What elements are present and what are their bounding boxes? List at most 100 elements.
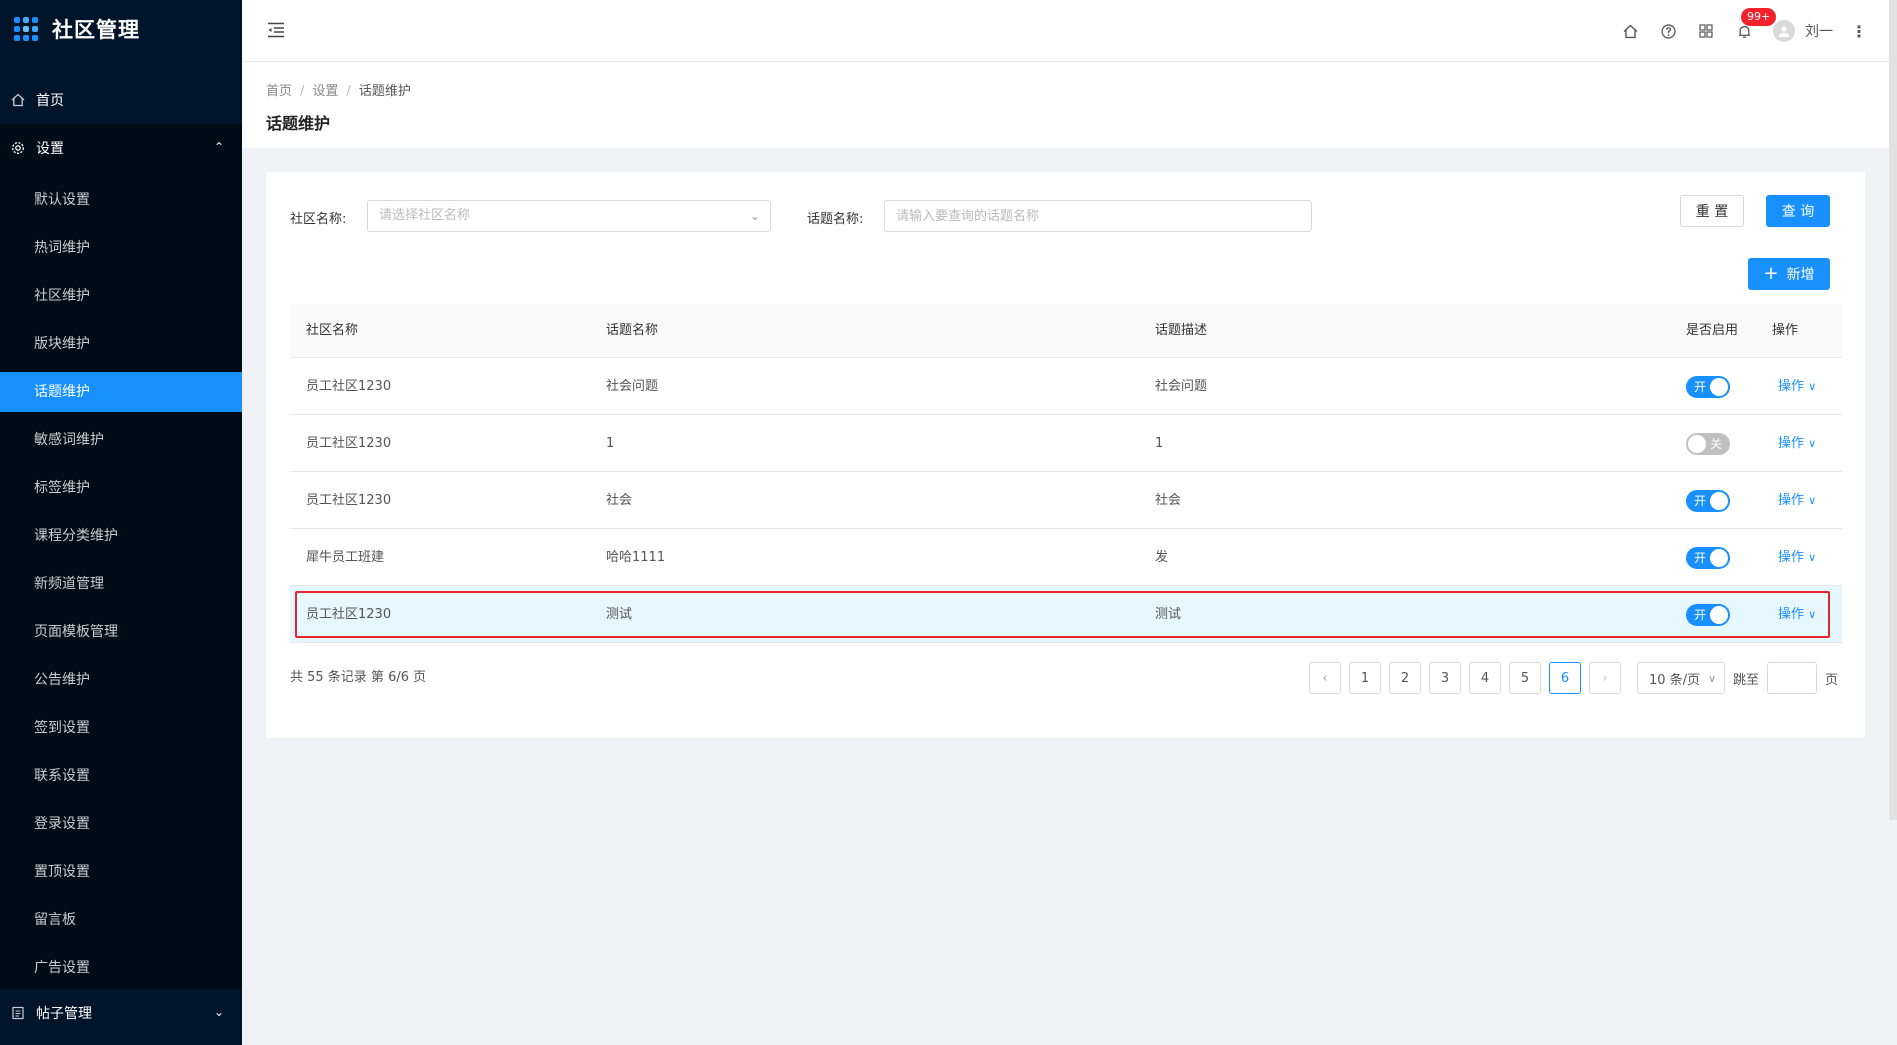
page-button[interactable]: 5 bbox=[1509, 662, 1541, 694]
row-action-dropdown[interactable]: 操作 ∨ bbox=[1778, 415, 1816, 472]
sidebar-item-default-settings[interactable]: 默认设置 bbox=[0, 180, 242, 220]
sidebar-item-login[interactable]: 登录设置 bbox=[0, 804, 242, 844]
toggle-label: 开 bbox=[1694, 551, 1707, 565]
search-button[interactable]: 查 询 bbox=[1766, 195, 1830, 227]
sidebar-item-ads[interactable]: 广告设置 bbox=[0, 948, 242, 988]
table-row-highlighted[interactable]: 员工社区1230 测试 测试 开 操作 ∨ bbox=[290, 586, 1842, 643]
menu-fold-icon[interactable] bbox=[266, 20, 286, 40]
sidebar-item-sensitive-words[interactable]: 敏感词维护 bbox=[0, 420, 242, 460]
add-button-label: 新增 bbox=[1786, 267, 1815, 283]
sidebar-item-course-categories[interactable]: 课程分类维护 bbox=[0, 516, 242, 556]
sidebar-item-community[interactable]: 社区维护 bbox=[0, 276, 242, 316]
sidebar-item-posts[interactable]: 帖子管理 ⌄ bbox=[0, 989, 242, 1037]
bell-icon[interactable]: 99+ bbox=[1725, 0, 1777, 62]
avatar[interactable] bbox=[1773, 20, 1795, 42]
jump-page-input[interactable] bbox=[1767, 662, 1818, 694]
table-row[interactable]: 犀牛员工班建 哈哈1111 发 开 操作 ∨ bbox=[290, 529, 1842, 586]
enabled-toggle[interactable]: 开 bbox=[1686, 376, 1730, 398]
gear-icon bbox=[10, 140, 26, 156]
breadcrumb-separator: / bbox=[300, 84, 305, 99]
page-size-value: 10 条/页 bbox=[1649, 672, 1701, 688]
row-action-dropdown[interactable]: 操作 ∨ bbox=[1778, 586, 1816, 643]
breadcrumb-separator: / bbox=[346, 84, 351, 99]
toggle-knob bbox=[1710, 492, 1728, 510]
community-select-placeholder: 请选择社区名称 bbox=[379, 208, 471, 223]
toggle-label: 关 bbox=[1710, 437, 1723, 451]
page-header: 首页 / 设置 / 话题维护 话题维护 bbox=[242, 62, 1897, 148]
red-highlight-box bbox=[295, 591, 1830, 638]
chevron-down-icon: ⌄ bbox=[749, 209, 760, 223]
breadcrumb-home[interactable]: 首页 bbox=[266, 84, 292, 99]
row-action-dropdown[interactable]: 操作 ∨ bbox=[1778, 472, 1816, 529]
page-button[interactable]: 4 bbox=[1469, 662, 1501, 694]
prev-page-button[interactable]: ‹ bbox=[1309, 662, 1341, 694]
sidebar-item-tags[interactable]: 标签维护 bbox=[0, 468, 242, 508]
breadcrumb-settings[interactable]: 设置 bbox=[312, 84, 338, 99]
sidebar-item-hot-words[interactable]: 热词维护 bbox=[0, 228, 242, 268]
page-button[interactable]: 2 bbox=[1389, 662, 1421, 694]
sidebar-item-pin[interactable]: 置顶设置 bbox=[0, 852, 242, 892]
community-select[interactable]: 请选择社区名称 ⌄ bbox=[367, 200, 771, 232]
sidebar-item-new-channels[interactable]: 新频道管理 bbox=[0, 564, 242, 604]
cell-topic: 哈哈1111 bbox=[606, 550, 666, 565]
plus-icon: + bbox=[1763, 263, 1779, 284]
table-row[interactable]: 员工社区1230 1 1 关 操作 ∨ bbox=[290, 415, 1842, 472]
enabled-toggle[interactable]: 开 bbox=[1686, 604, 1730, 626]
enabled-toggle[interactable]: 开 bbox=[1686, 547, 1730, 569]
header-actions: 99+ 刘一 ⋮ bbox=[1611, 0, 1867, 62]
jump-label: 跳至 bbox=[1733, 672, 1760, 688]
action-label: 操作 bbox=[1778, 379, 1805, 394]
sidebar-item-home[interactable]: 首页 bbox=[0, 76, 242, 124]
topic-filter-label: 话题名称: bbox=[807, 212, 864, 227]
enabled-toggle[interactable]: 关 bbox=[1686, 433, 1730, 455]
toggle-label: 开 bbox=[1694, 380, 1707, 394]
column-header-community: 社区名称 bbox=[306, 323, 359, 338]
cell-community: 犀牛员工班建 bbox=[306, 550, 385, 565]
table-row[interactable]: 员工社区1230 社会 社会 开 操作 ∨ bbox=[290, 472, 1842, 529]
cell-community: 员工社区1230 bbox=[306, 493, 392, 508]
next-page-button[interactable]: › bbox=[1589, 662, 1621, 694]
sidebar-item-checkin[interactable]: 签到设置 bbox=[0, 708, 242, 748]
sidebar: 社区管理 首页 设置 ⌃ 默认设置 热词维护 社区维护 版块维护 话题维护 敏感… bbox=[0, 0, 242, 1045]
page-button-current[interactable]: 6 bbox=[1549, 662, 1581, 694]
topics-table: 社区名称 话题名称 话题描述 是否启用 操作 员工社区1230 社会问题 社会问… bbox=[290, 304, 1842, 643]
page-size-select[interactable]: 10 条/页 ∨ bbox=[1637, 662, 1725, 694]
sidebar-item-announcements[interactable]: 公告维护 bbox=[0, 660, 242, 700]
help-icon[interactable] bbox=[1649, 0, 1687, 62]
toggle-knob bbox=[1710, 549, 1728, 567]
cell-description: 发 bbox=[1155, 550, 1169, 565]
cell-topic: 社会问题 bbox=[606, 379, 659, 394]
cell-description: 社会 bbox=[1155, 493, 1182, 508]
row-action-dropdown[interactable]: 操作 ∨ bbox=[1778, 529, 1816, 586]
sidebar-item-message-board[interactable]: 留言板 bbox=[0, 900, 242, 940]
apps-logo-icon bbox=[14, 17, 38, 41]
reset-button[interactable]: 重 置 bbox=[1680, 195, 1744, 227]
sidebar-item-sections[interactable]: 版块维护 bbox=[0, 324, 242, 364]
sidebar-item-settings[interactable]: 设置 ⌃ bbox=[0, 124, 242, 172]
enabled-toggle[interactable]: 开 bbox=[1686, 490, 1730, 512]
table-row[interactable]: 员工社区1230 社会问题 社会问题 开 操作 ∨ bbox=[290, 358, 1842, 415]
toggle-knob bbox=[1710, 378, 1728, 396]
sidebar-item-contact[interactable]: 联系设置 bbox=[0, 756, 242, 796]
sidebar-item-label: 帖子管理 bbox=[36, 1006, 92, 1022]
cell-community: 员工社区1230 bbox=[306, 379, 392, 394]
apps-icon[interactable] bbox=[1687, 0, 1725, 62]
page-button[interactable]: 1 bbox=[1349, 662, 1381, 694]
sidebar-item-topics[interactable]: 话题维护 bbox=[0, 372, 242, 412]
page-suffix: 页 bbox=[1825, 672, 1839, 688]
page-button[interactable]: 3 bbox=[1429, 662, 1461, 694]
sidebar-item-page-templates[interactable]: 页面模板管理 bbox=[0, 612, 242, 652]
chevron-down-icon: ∨ bbox=[1808, 608, 1817, 621]
home-icon[interactable] bbox=[1611, 0, 1649, 62]
more-icon[interactable]: ⋮ bbox=[1851, 22, 1867, 41]
community-filter-label: 社区名称: bbox=[290, 212, 347, 227]
top-header: 99+ 刘一 ⋮ bbox=[242, 0, 1897, 62]
add-topic-button[interactable]: + 新增 bbox=[1748, 258, 1830, 290]
topic-search-input[interactable] bbox=[884, 200, 1312, 232]
vertical-scrollbar[interactable] bbox=[1889, 0, 1897, 820]
content-card: 社区名称: 请选择社区名称 ⌄ 话题名称: 重 置 查 询 + 新增 社区名称 … bbox=[266, 172, 1865, 738]
username[interactable]: 刘一 bbox=[1805, 21, 1833, 41]
chevron-up-icon: ⌃ bbox=[213, 140, 224, 154]
action-label: 操作 bbox=[1778, 493, 1805, 508]
row-action-dropdown[interactable]: 操作 ∨ bbox=[1778, 358, 1816, 415]
